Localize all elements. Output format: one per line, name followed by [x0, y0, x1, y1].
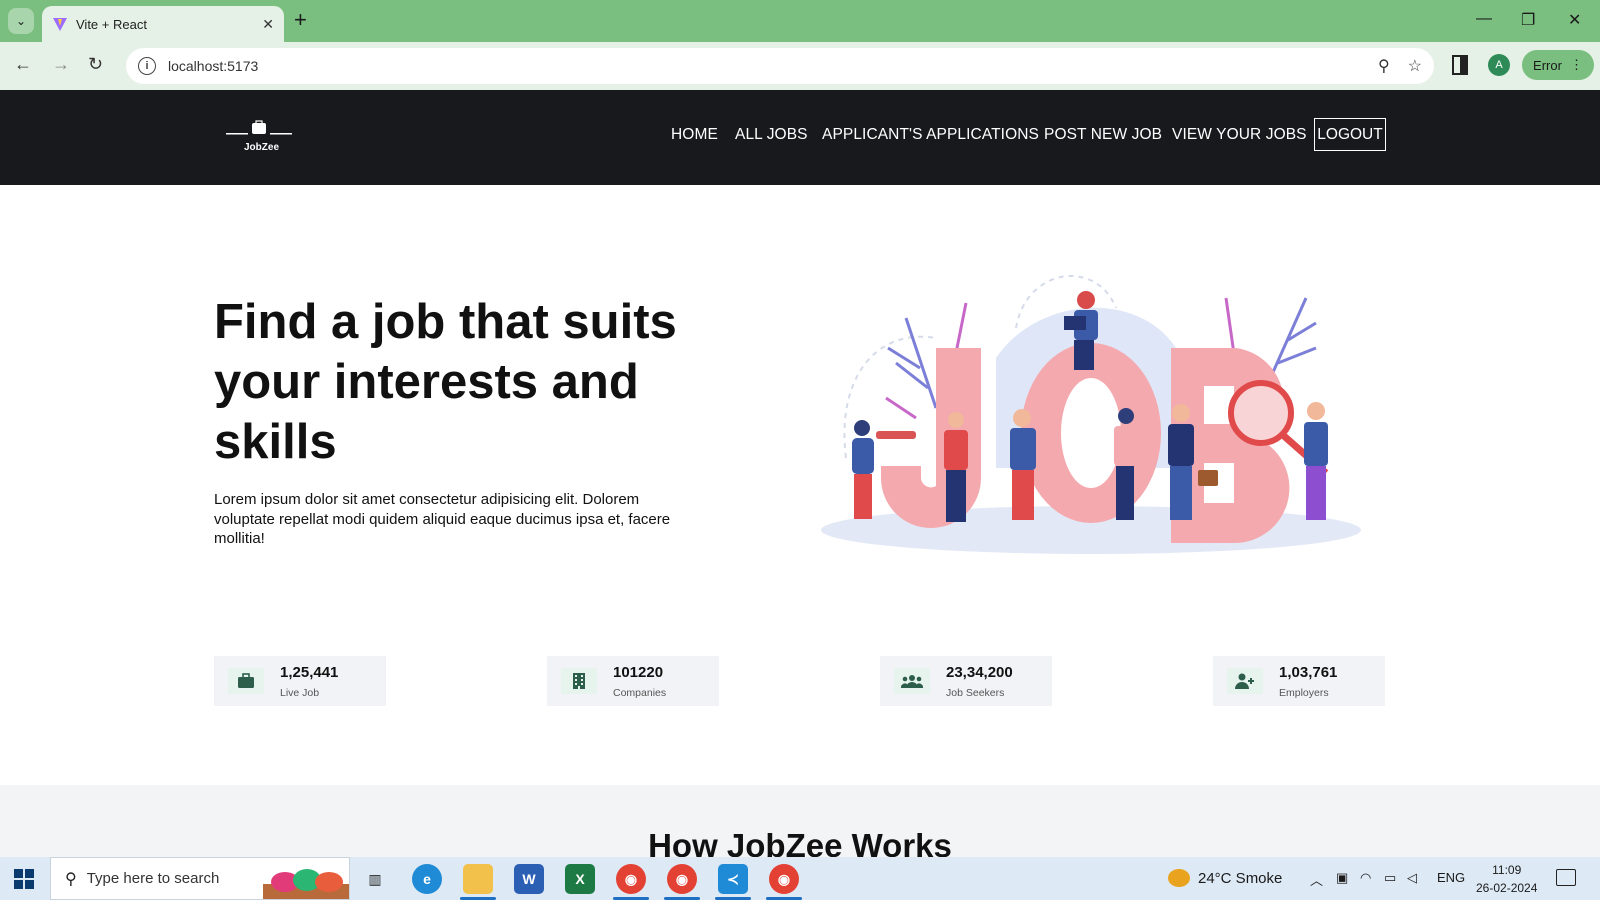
weather-text: 24°C Smoke — [1198, 869, 1283, 887]
clock[interactable]: 11:09 26-02-2024 — [1476, 861, 1537, 897]
volume-icon[interactable]: ◁ — [1407, 870, 1417, 886]
building-icon — [561, 668, 597, 694]
search-icon: ⚲ — [65, 870, 77, 888]
clock-date: 26-02-2024 — [1476, 881, 1538, 895]
stat-label: Employers — [1279, 687, 1329, 699]
stat-label: Live Job — [280, 687, 320, 699]
stat-value: 1,03,761 — [1279, 664, 1338, 681]
job-illustration — [821, 274, 1361, 554]
edge-icon[interactable]: e — [412, 864, 442, 894]
url-text[interactable]: localhost:5173 — [168, 58, 1360, 74]
nav-all-jobs[interactable]: ALL JOBS — [735, 126, 808, 144]
search-highlight-icon — [263, 869, 349, 899]
reload-icon[interactable]: ↻ — [88, 54, 103, 75]
vscode-icon[interactable]: ≺ — [718, 864, 748, 894]
taskbar-search-box[interactable]: ⚲ Type here to search — [50, 857, 350, 900]
meet-now-icon[interactable]: ▣ — [1336, 870, 1348, 886]
restore-icon[interactable]: ❐ — [1521, 10, 1535, 30]
excel-icon[interactable]: X — [565, 864, 595, 894]
notifications-icon[interactable] — [1556, 869, 1576, 886]
stat-live-jobs: 1,25,441 Live Job — [214, 656, 386, 706]
windows-start-icon[interactable] — [14, 869, 34, 889]
stat-employers: 1,03,761 Employers — [1213, 656, 1385, 706]
error-button[interactable]: Error ⋮ — [1522, 50, 1594, 80]
clock-time: 11:09 — [1492, 863, 1522, 877]
tab-title: Vite + React — [76, 16, 147, 32]
error-label: Error — [1533, 57, 1562, 73]
task-view-icon[interactable]: ▥ — [360, 864, 390, 894]
logout-button[interactable]: LOGOUT — [1314, 118, 1386, 151]
nav-home[interactable]: HOME — [671, 126, 718, 144]
weather-icon — [1168, 869, 1190, 887]
stat-value: 101220 — [613, 664, 664, 681]
chrome-profile-icon[interactable]: ◉ — [667, 864, 697, 894]
battery-icon[interactable]: ▭ — [1384, 870, 1396, 886]
how-it-works-section: How JobZee Works — [0, 785, 1600, 857]
nav-applicants-applications[interactable]: APPLICANT'S APPLICATIONS — [822, 126, 1039, 144]
nav-view-your-jobs[interactable]: VIEW YOUR JOBS — [1172, 126, 1307, 144]
bookmark-star-icon[interactable]: ☆ — [1408, 56, 1422, 76]
chrome-active-icon[interactable]: ◉ — [769, 864, 799, 894]
stat-companies: 101220 Companies — [547, 656, 719, 706]
profile-avatar[interactable]: A — [1488, 54, 1510, 76]
tab-close-icon[interactable]: ✕ — [262, 16, 274, 33]
wifi-icon[interactable]: ◠ — [1360, 870, 1371, 886]
stat-job-seekers: 23,34,200 Job Seekers — [880, 656, 1052, 706]
weather-widget[interactable]: 24°C Smoke — [1168, 869, 1282, 887]
stat-label: Job Seekers — [946, 687, 1005, 699]
hero-description: Lorem ipsum dolor sit amet consectetur a… — [214, 491, 671, 547]
word-icon[interactable]: W — [514, 864, 544, 894]
stat-value: 1,25,441 — [280, 664, 339, 681]
site-info-icon[interactable]: i — [138, 57, 156, 75]
nav-post-new-job[interactable]: POST NEW JOB — [1044, 126, 1162, 144]
stat-value: 23,34,200 — [946, 664, 1013, 681]
address-bar[interactable]: i localhost:5173 ⚲ ☆ — [126, 48, 1434, 84]
browser-toolbar: ← → ↻ i localhost:5173 ⚲ ☆ A Error ⋮ — [0, 42, 1600, 90]
file-explorer-icon[interactable] — [463, 864, 493, 894]
new-tab-button[interactable]: + — [294, 9, 307, 31]
side-panel-icon[interactable] — [1452, 55, 1468, 75]
show-hidden-icons-icon[interactable]: ︿ — [1310, 870, 1323, 889]
section-title: How JobZee Works — [648, 827, 952, 857]
language-indicator[interactable]: ENG — [1437, 870, 1465, 885]
chrome-icon[interactable]: ◉ — [616, 864, 646, 894]
forward-icon[interactable]: → — [52, 54, 70, 75]
tab-search-button[interactable]: ⌄ — [8, 8, 34, 34]
windows-taskbar: ⚲ Type here to search ▥ e W X ◉ ◉ ≺ ◉ 24… — [0, 857, 1600, 900]
briefcase-icon — [228, 668, 264, 694]
hero-title: Find a job that suits your interests and… — [214, 295, 677, 469]
back-icon[interactable]: ← — [14, 54, 32, 75]
zoom-icon[interactable]: ⚲ — [1378, 56, 1390, 76]
browser-tab[interactable]: Vite + React ✕ — [42, 6, 284, 42]
logo-text: JobZee — [244, 142, 280, 153]
vite-favicon-icon — [53, 18, 67, 31]
more-menu-icon[interactable]: ⋮ — [1570, 57, 1583, 73]
browser-tabbar: ⌄ Vite + React ✕ + — ❐ ✕ — [0, 0, 1600, 42]
close-window-icon[interactable]: ✕ — [1568, 10, 1581, 30]
user-plus-icon — [1227, 668, 1263, 694]
search-placeholder: Type here to search — [86, 870, 220, 887]
site-navbar: JobZee HOME ALL JOBS APPLICANT'S APPLICA… — [0, 90, 1600, 185]
users-icon — [894, 668, 930, 694]
stat-label: Companies — [613, 687, 667, 699]
minimize-icon[interactable]: — — [1476, 10, 1492, 28]
